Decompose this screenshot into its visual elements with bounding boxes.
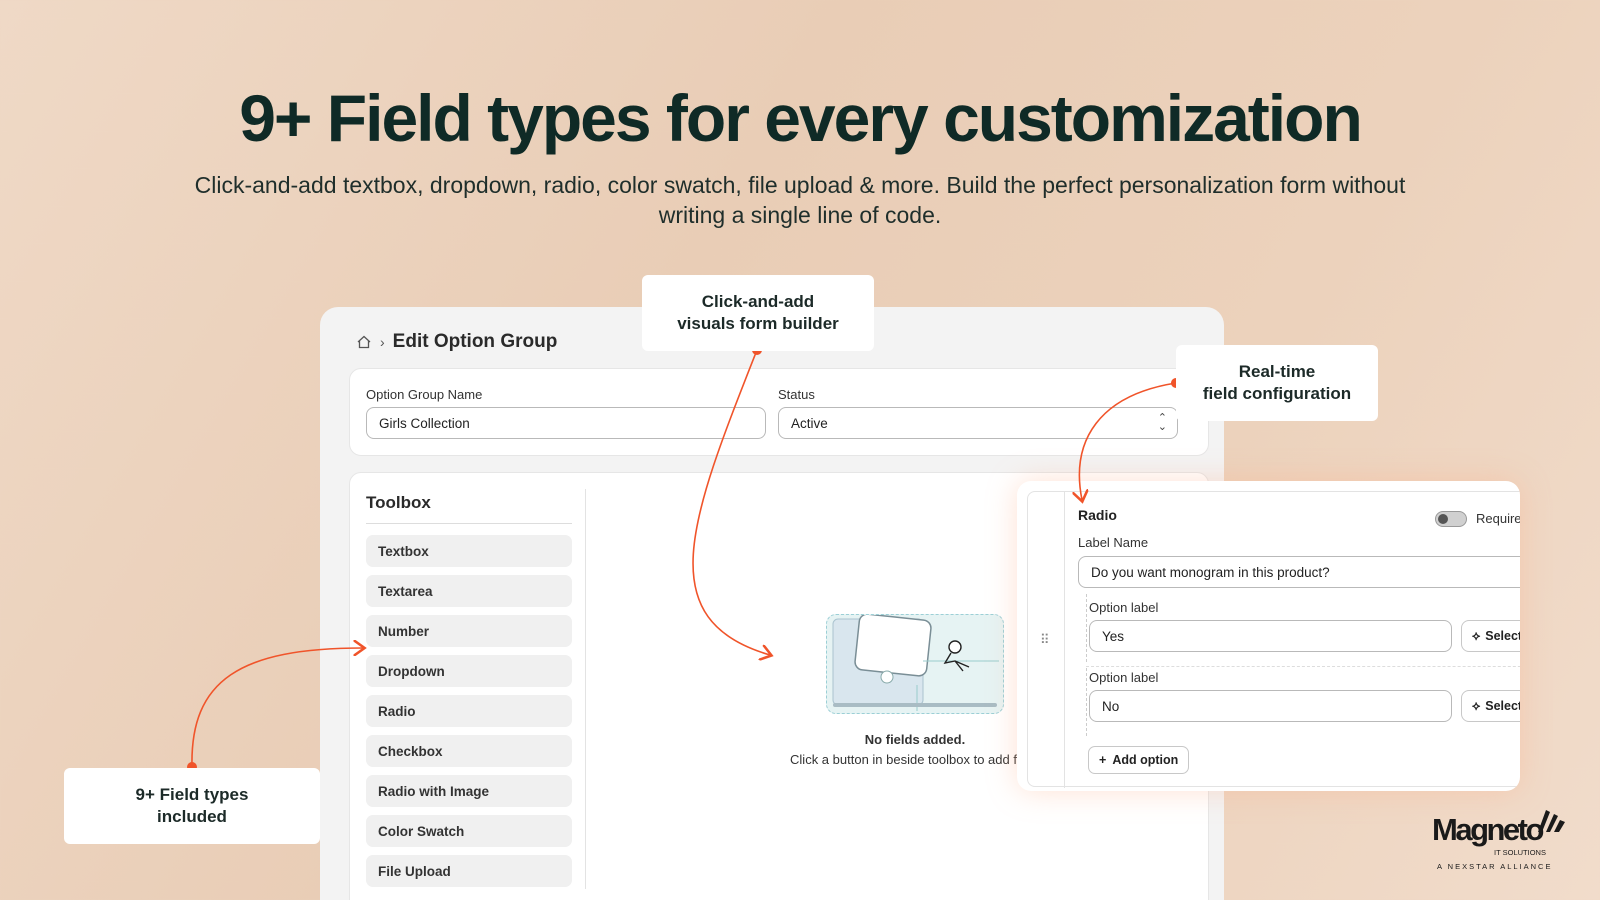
tag-icon: ⟡	[1472, 698, 1481, 713]
tool-number-button[interactable]: Number	[366, 615, 572, 647]
group-name-label: Option Group Name	[366, 387, 483, 402]
hero-subtitle: Click-and-add textbox, dropdown, radio, …	[194, 172, 1406, 228]
option-row: Option label No ⟡ Select P	[1086, 668, 1520, 736]
tool-dropdown-button[interactable]: Dropdown	[366, 655, 572, 687]
option-label-value: Yes	[1102, 629, 1125, 644]
chevron-right-icon: ›	[380, 334, 385, 350]
option-label-input[interactable]: Yes	[1089, 620, 1452, 652]
option-label-label: Option label	[1089, 600, 1159, 615]
status-label: Status	[778, 387, 815, 402]
breadcrumb: › Edit Option Group	[356, 331, 557, 353]
toolbox-title: Toolbox	[366, 493, 431, 512]
option-row: Option label Yes ⟡ Select P	[1086, 594, 1520, 662]
tool-checkbox-button[interactable]: Checkbox	[366, 735, 572, 767]
group-name-input[interactable]: Girls Collection	[366, 407, 766, 439]
callout-text: Real-time	[1238, 362, 1316, 381]
group-name-value: Girls Collection	[379, 416, 470, 431]
option-label-value: No	[1102, 699, 1120, 714]
callout-text: Click-and-add	[701, 292, 815, 311]
option-group-card: Option Group Name Girls Collection Statu…	[349, 368, 1209, 456]
tool-textarea-button[interactable]: Textarea	[366, 575, 572, 607]
radio-field-card: ⠿ Radio Required Label Name Do you want …	[1027, 491, 1520, 788]
select-image-label: Select P	[1485, 629, 1520, 643]
callout-form-builder: Click-and-add visuals form builder	[642, 275, 874, 351]
callout-text: field configuration	[1202, 384, 1352, 403]
logo-subtitle: IT SOLUTIONS	[1494, 848, 1546, 857]
home-icon[interactable]	[356, 334, 372, 350]
callout-text: 9+ Field types	[135, 785, 249, 804]
tool-radio-button[interactable]: Radio	[366, 695, 572, 727]
tool-color-swatch-button[interactable]: Color Swatch	[366, 815, 572, 847]
toolbox-separator	[585, 489, 586, 889]
empty-state-title: No fields added.	[864, 732, 966, 747]
option-divider	[1086, 666, 1520, 667]
select-image-button[interactable]: ⟡ Select P	[1461, 690, 1520, 722]
select-chevron-icon: ⌃ ⌄	[1157, 412, 1167, 433]
add-option-button[interactable]: + Add option	[1088, 746, 1190, 774]
select-image-label: Select P	[1485, 699, 1520, 713]
panel-divider	[1064, 492, 1065, 788]
callout-realtime: Real-time field configuration	[1176, 345, 1378, 421]
status-select[interactable]: Active ⌃ ⌄	[778, 407, 1178, 439]
tool-radio-with-image-button[interactable]: Radio with Image	[366, 775, 572, 807]
drag-handle-icon[interactable]: ⠿	[1040, 632, 1050, 648]
required-toggle[interactable]	[1435, 511, 1467, 527]
label-name-input[interactable]: Do you want monogram in this product?	[1078, 556, 1520, 588]
option-label-label: Option label	[1089, 670, 1159, 685]
empty-state-subtitle: Click a button in beside toolbox to add …	[790, 752, 1030, 767]
page-title: Edit Option Group	[392, 331, 558, 352]
callout-text: included	[157, 807, 227, 826]
toolbox-list: Textbox Textarea Number Dropdown Radio C…	[366, 535, 572, 895]
label-name-value: Do you want monogram in this product?	[1091, 565, 1330, 580]
label-name-label: Label Name	[1078, 535, 1149, 550]
select-image-button[interactable]: ⟡ Select P	[1461, 620, 1520, 652]
add-option-label: Add option	[1112, 753, 1179, 767]
tag-icon: ⟡	[1472, 628, 1481, 643]
logo-mark-icon	[1538, 810, 1565, 832]
empty-state-illustration	[826, 613, 1004, 714]
brand-logo: Magneto IT SOLUTIONS A NEXSTAR ALLIANCE	[1432, 806, 1572, 876]
field-type-title: Radio	[1078, 507, 1117, 523]
radio-config-panel: ⠿ Radio Required Label Name Do you want …	[1017, 481, 1520, 791]
plus-icon: +	[1099, 753, 1107, 767]
hero-title: 9+ Field types for every customization	[239, 81, 1363, 155]
callout-field-types: 9+ Field types included	[64, 768, 320, 844]
required-label: Required	[1476, 511, 1520, 526]
tool-textbox-button[interactable]: Textbox	[366, 535, 572, 567]
logo-wordmark: Magneto	[1432, 812, 1544, 847]
callout-text: visuals form builder	[677, 314, 839, 333]
option-label-input[interactable]: No	[1089, 690, 1452, 722]
logo-tagline: A NEXSTAR ALLIANCE	[1437, 862, 1553, 871]
status-value: Active	[791, 416, 828, 431]
toolbox-divider	[366, 523, 572, 524]
tool-file-upload-button[interactable]: File Upload	[366, 855, 572, 887]
